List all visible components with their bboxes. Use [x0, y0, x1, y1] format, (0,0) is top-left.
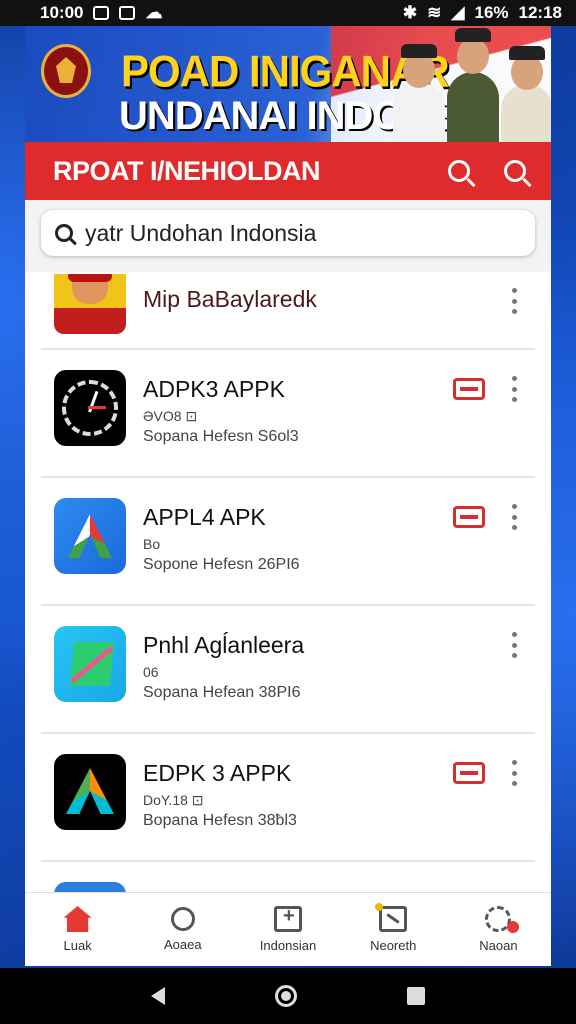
header-search-button[interactable]: [437, 149, 481, 193]
system-navigation-bar: [0, 968, 576, 1024]
search-icon: [504, 160, 526, 182]
app-icon-green-square: [54, 626, 126, 702]
cloud-icon: ☁: [145, 3, 163, 22]
list-item[interactable]: ADPK3 APPK ƏVO8 ⊡ Sopana Hefesn S6ol3: [41, 350, 535, 478]
nav-item-search[interactable]: Aoaea: [130, 893, 235, 966]
app-list: Mip BaBaylaredk ADPK3 APPK ƏVO8 ⊡ Sopana…: [41, 274, 535, 892]
recents-icon[interactable]: [407, 987, 425, 1005]
app-title: Mip BaBaylaredk: [143, 286, 317, 312]
app-title: ADPK3 APPK: [143, 376, 285, 402]
nav-item-indonesian[interactable]: Indonsian: [235, 893, 340, 966]
search-icon: [55, 224, 73, 242]
nav-label: Neoreth: [370, 938, 417, 953]
search-icon: [448, 160, 470, 182]
more-options-icon[interactable]: [511, 288, 517, 314]
app-meta: 06: [143, 664, 159, 680]
app-meta: Bo: [143, 536, 161, 552]
search-area: [25, 200, 551, 272]
nav-label: Naoan: [479, 938, 518, 953]
app-description: Sopana Hefesn S6ol3: [143, 428, 299, 445]
search-input[interactable]: [85, 219, 521, 247]
app-title: APPL4 APK: [143, 504, 266, 530]
app-icon-clock: [54, 370, 126, 446]
header-title: RPOAT I/NEHIOLDAN: [53, 155, 321, 186]
person-illustration: [501, 46, 551, 142]
search-box[interactable]: [41, 210, 535, 256]
list-item-partial[interactable]: [41, 862, 535, 892]
app-icon-triangle: [54, 754, 126, 830]
add-document-icon: [274, 905, 302, 932]
wifi-icon: ≋: [427, 3, 442, 22]
bluetooth-icon: ✱: [402, 3, 418, 22]
app-meta: ƏVO8 ⊡: [143, 408, 198, 424]
more-options-icon[interactable]: [511, 760, 517, 786]
garuda-emblem-icon: [41, 44, 91, 98]
list-item[interactable]: EDPK 3 APPK DoY.18 ⊡ Bopana Hefesn 38ƀl3: [41, 734, 535, 862]
battery-percent: 16%: [474, 3, 509, 22]
bottom-navigation: Luak Aoaea Indonsian Neoreth Naoan: [25, 892, 551, 966]
notification-dot: [506, 921, 519, 933]
signal-icon: ◢: [451, 3, 465, 22]
status-clock: 12:18: [518, 3, 562, 22]
more-options-icon[interactable]: [511, 632, 517, 658]
nav-item-settings[interactable]: Naoan: [446, 893, 551, 966]
person-illustration: [393, 44, 445, 142]
app-header-bar: RPOAT I/NEHIOLDAN: [25, 142, 551, 200]
notification-icon: [93, 6, 110, 20]
status-bar: 10:00 ☁ ✱ ≋ ◢ 16% 12:18: [0, 0, 576, 26]
person-illustration: [447, 28, 499, 142]
nav-item-home[interactable]: Luak: [25, 893, 130, 966]
app-icon-letter-a: [54, 498, 126, 574]
app-title: EDPK 3 APPK: [143, 760, 292, 786]
app-description: Sopana Hefean 38PI6: [143, 684, 301, 701]
app-icon-blue: [54, 882, 126, 892]
nav-label: Aoaea: [164, 937, 202, 952]
more-options-icon[interactable]: [511, 504, 517, 530]
nav-item-chart[interactable]: Neoreth: [341, 893, 446, 966]
search-icon: [170, 907, 195, 931]
app-description: Bopana Hefesn 38ƀl3: [143, 812, 297, 829]
list-item[interactable]: Pnhl Agĺanleera 06 Sopana Hefean 38PI6: [41, 606, 535, 734]
home-button-icon[interactable]: [275, 985, 297, 1007]
header-search-button-2[interactable]: [493, 149, 537, 193]
notification-dot: [374, 903, 383, 911]
install-badge-icon[interactable]: [453, 506, 485, 528]
list-item[interactable]: Mip BaBaylaredk: [41, 274, 535, 350]
nav-label: Indonsian: [259, 938, 317, 953]
app-window: POAD INIGANAR UNDANAI INDONSIA RPOAT I/N…: [25, 26, 551, 966]
nav-label: Luak: [63, 938, 92, 953]
home-icon: [63, 906, 92, 932]
app-meta: DoY.18 ⊡: [143, 792, 204, 808]
install-badge-icon[interactable]: [453, 378, 485, 400]
hero-banner: POAD INIGANAR UNDANAI INDONSIA: [25, 26, 551, 142]
status-time-left: 10:00: [40, 3, 84, 22]
notification-icon-2: [119, 6, 136, 20]
app-icon-portrait: [54, 274, 126, 334]
list-item[interactable]: APPL4 APK Bo Sopone Hefesn 26PI6: [41, 478, 535, 606]
app-description: Sopone Hefesn 26PI6: [143, 556, 300, 573]
install-badge-icon[interactable]: [453, 762, 485, 784]
back-icon[interactable]: [151, 987, 165, 1005]
more-options-icon[interactable]: [511, 376, 517, 402]
app-title: Pnhl Agĺanleera: [143, 632, 305, 658]
chart-icon: [379, 906, 408, 932]
